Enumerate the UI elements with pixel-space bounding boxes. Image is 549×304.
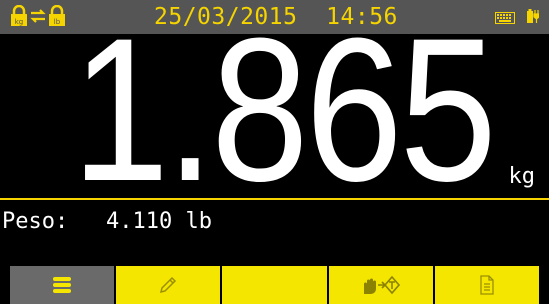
weight-reading: 1.865 [71,0,496,224]
function-key-bar [10,266,540,304]
svg-text:lb: lb [54,18,61,26]
svg-text:kg: kg [15,18,24,26]
menu-icon [51,274,73,296]
document-icon [478,274,496,296]
secondary-weight-row: Peso: 4.110 lb [0,203,549,243]
report-button[interactable] [434,266,540,304]
menu-button[interactable] [10,266,115,304]
pencil-icon [157,274,179,296]
scale-display-screen: kg lb 25/03/2015 14:56 1.865 kg Peso: 4.… [0,0,549,304]
secondary-weight-label: Peso: [2,209,69,234]
status-left-icons: kg lb [10,4,66,31]
tare-transfer-button[interactable] [328,266,433,304]
keyboard-icon [495,9,515,28]
weight-unit: kg [508,164,536,189]
swap-units-icon [29,5,47,31]
function-key-3[interactable] [222,266,327,304]
divider-line [0,198,549,200]
battery-plug-icon [527,8,540,28]
lock-lb-icon: lb [48,4,66,31]
secondary-weight-value: 4.110 lb [106,209,212,234]
edit-button[interactable] [116,266,221,304]
lock-kg-icon: kg [10,4,28,31]
hand-transfer-icon [361,274,401,296]
status-right-icons [495,8,540,28]
